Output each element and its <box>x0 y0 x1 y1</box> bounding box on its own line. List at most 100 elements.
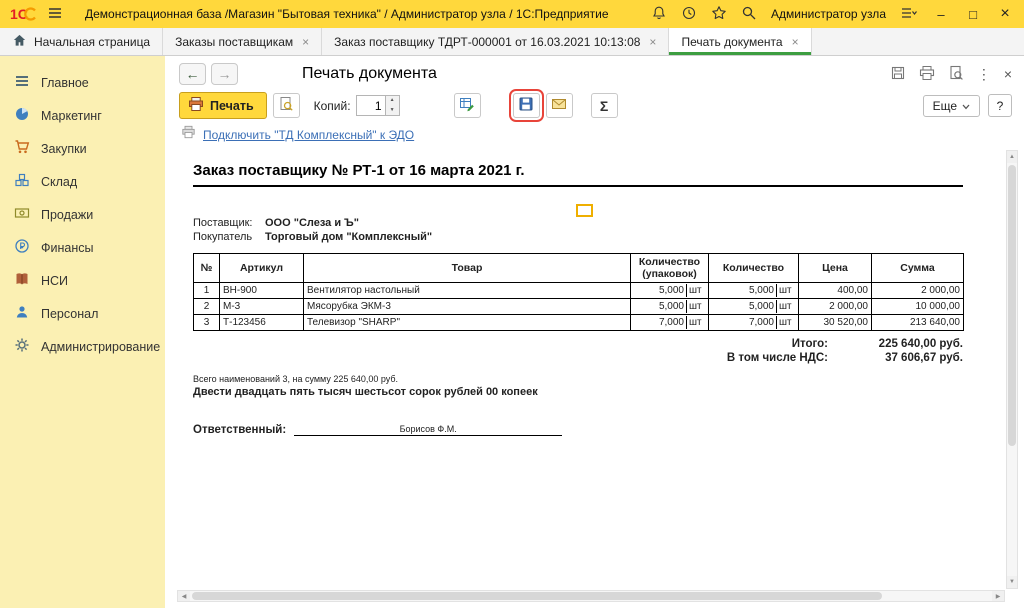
scroll-right-icon[interactable]: ▶ <box>992 591 1004 601</box>
print-preview-button[interactable] <box>273 93 300 118</box>
scroll-up-icon[interactable]: ▲ <box>1007 151 1017 163</box>
sidebar-item-administration[interactable]: Администрирование <box>0 330 165 363</box>
sidebar-item-warehouse[interactable]: Склад <box>0 165 165 198</box>
cell: 5,000шт <box>631 283 709 299</box>
close-tab-icon[interactable]: × <box>792 35 799 49</box>
edit-table-button[interactable] <box>454 93 481 118</box>
horizontal-scroll-track[interactable] <box>190 591 992 601</box>
spin-up-icon[interactable]: ▲ <box>386 96 399 106</box>
total-label: Итого: <box>792 338 828 350</box>
send-email-button[interactable] <box>546 93 573 118</box>
sidebar-item-marketing[interactable]: Маркетинг <box>0 99 165 132</box>
print-button[interactable]: Печать <box>179 92 267 119</box>
selected-cell[interactable] <box>576 204 593 217</box>
toolbar: Печать Копий: ▲ ▼ <box>165 88 1024 124</box>
sidebar-item-label: Закупки <box>41 142 87 156</box>
horizontal-scrollbar[interactable]: ◀ ▶ <box>177 590 1005 602</box>
column-header: № <box>194 254 220 283</box>
back-button[interactable]: ← <box>179 63 206 85</box>
buyer-row: Покупатель Торговый дом "Комплексный" <box>193 231 1005 243</box>
tab-print-document[interactable]: Печать документа × <box>669 28 811 55</box>
back-arrow-icon: ← <box>186 66 200 82</box>
quick-print-button[interactable] <box>919 65 935 84</box>
sidebar-item-label: Продажи <box>41 208 93 222</box>
settings-menu-icon <box>900 5 918 24</box>
sidebar-item-sales[interactable]: Продажи <box>0 198 165 231</box>
horizontal-scroll-thumb[interactable] <box>192 592 882 600</box>
save-button[interactable] <box>513 93 540 118</box>
vertical-scroll-track[interactable] <box>1007 163 1017 576</box>
search-button[interactable] <box>741 5 757 24</box>
supplier-value: ООО "Слеза и Ъ" <box>265 217 359 229</box>
cell: Телевизор "SHARP" <box>304 315 631 331</box>
sidebar-item-nsi[interactable]: НСИ <box>0 264 165 297</box>
maximize-button[interactable]: □ <box>964 7 982 22</box>
top-bar: 1С Демонстрационная база /Магазин "Бытов… <box>0 0 1024 28</box>
tab-supplier-orders[interactable]: Заказы поставщикам × <box>163 28 322 55</box>
vat-value: 37 606,67 руб. <box>828 352 963 364</box>
preview-magnifier-icon <box>278 96 294 115</box>
minimize-button[interactable]: – <box>932 7 950 22</box>
cell: 10 000,00 <box>872 299 964 315</box>
service-menu-button[interactable] <box>900 5 918 24</box>
sidebar-item-personnel[interactable]: Персонал <box>0 297 165 330</box>
tab-supplier-order-document[interactable]: Заказ поставщику ТДРТ-000001 от 16.03.20… <box>322 28 669 55</box>
cell: 5,000шт <box>709 299 799 315</box>
history-button[interactable] <box>681 5 697 24</box>
sidebar-item-main[interactable]: Главное <box>0 66 165 99</box>
sidebar-item-finance[interactable]: Финансы <box>0 231 165 264</box>
cell: 1 <box>194 283 220 299</box>
close-tab-icon[interactable]: × <box>302 35 309 49</box>
scroll-left-icon[interactable]: ◀ <box>178 591 190 601</box>
floppy-outline-icon <box>890 65 906 84</box>
help-button[interactable]: ? <box>988 94 1012 117</box>
edo-connect-link[interactable]: Подключить "ТД Комплексный" к ЭДО <box>203 128 414 142</box>
vertical-scroll-thumb[interactable] <box>1008 165 1016 446</box>
print-form[interactable]: Заказ поставщику № РТ-1 от 16 марта 2021… <box>177 150 1005 589</box>
main-menu-button[interactable] <box>47 5 63 24</box>
total-value: 225 640,00 руб. <box>828 338 963 350</box>
sidebar-item-label: Склад <box>41 175 77 189</box>
supplier-row: Поставщик: ООО "Слеза и Ъ" <box>193 217 1005 229</box>
chevron-down-icon <box>962 99 970 113</box>
tab-label: Начальная страница <box>34 35 150 49</box>
spin-down-icon[interactable]: ▼ <box>386 106 399 116</box>
book-icon <box>14 271 30 290</box>
close-form-button[interactable]: × <box>1004 66 1012 82</box>
bell-icon <box>651 5 667 24</box>
notifications-button[interactable] <box>651 5 667 24</box>
copies-label: Копий: <box>314 99 351 113</box>
column-header: Товар <box>304 254 631 283</box>
scroll-down-icon[interactable]: ▼ <box>1007 576 1017 588</box>
forward-button[interactable]: → <box>211 63 238 85</box>
copies-input[interactable] <box>356 95 386 116</box>
preview-page-button[interactable] <box>948 65 964 84</box>
save-settings-button[interactable] <box>890 65 906 84</box>
cell: 2 000,00 <box>799 299 872 315</box>
boxes-icon <box>14 172 30 191</box>
1c-logo: 1С <box>10 5 37 23</box>
header-action-icons: ⋮ × <box>890 65 1012 84</box>
cell: 2 <box>194 299 220 315</box>
vertical-scrollbar[interactable]: ▲ ▼ <box>1006 150 1018 589</box>
table-row: 1 ВН-900 Вентилятор настольный 5,000шт 5… <box>194 283 964 299</box>
more-vertical-button[interactable]: ⋮ <box>977 66 991 83</box>
floppy-save-icon <box>518 96 534 115</box>
tab-home[interactable]: Начальная страница <box>0 28 163 55</box>
cell: 3 <box>194 315 220 331</box>
sidebar-item-label: Финансы <box>41 241 93 255</box>
document-parties: Поставщик: ООО "Слеза и Ъ" Покупатель То… <box>193 217 1005 243</box>
sum-button[interactable]: Σ <box>591 93 618 118</box>
close-tab-icon[interactable]: × <box>649 35 656 49</box>
sidebar-item-purchases[interactable]: Закупки <box>0 132 165 165</box>
close-window-button[interactable]: × <box>996 5 1014 23</box>
total-row: Итого: 225 640,00 руб. <box>792 338 963 350</box>
current-user[interactable]: Администратор узла <box>771 7 886 21</box>
amount-in-words: Двести двадцать пять тысяч шестьсот соро… <box>193 386 1005 398</box>
favorites-button[interactable] <box>711 5 727 24</box>
gear-icon <box>14 337 30 356</box>
more-button-label: Еще <box>933 99 957 113</box>
more-button[interactable]: Еще <box>923 95 980 117</box>
responsible-name: Борисов Ф.М. <box>294 424 562 436</box>
cell: Вентилятор настольный <box>304 283 631 299</box>
